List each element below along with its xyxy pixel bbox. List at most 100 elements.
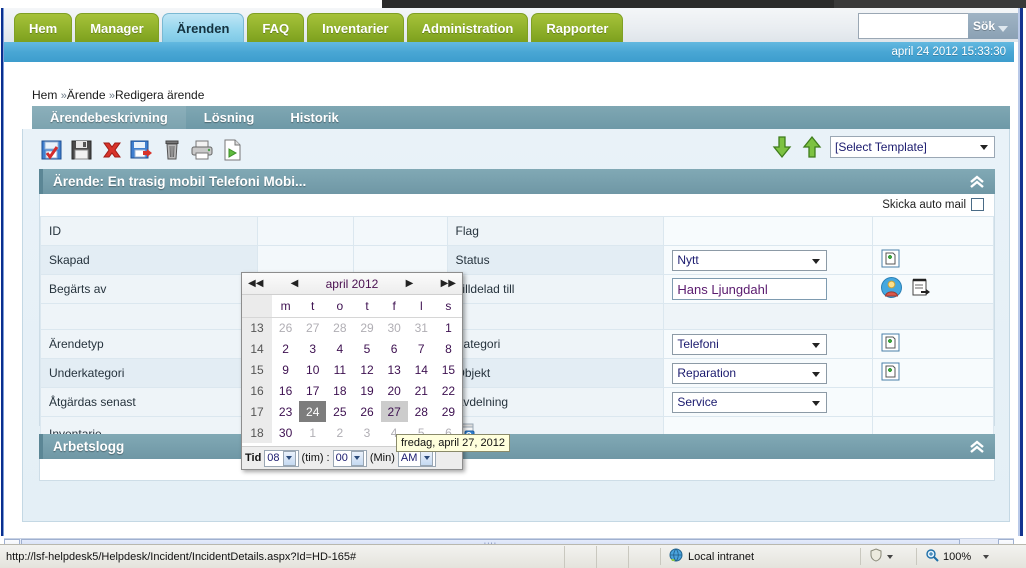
day-header: l: [407, 295, 435, 318]
calendar-day[interactable]: 28: [408, 401, 435, 422]
tab-arendebeskrivning[interactable]: Ärendebeskrivning: [32, 106, 186, 129]
calendar-day[interactable]: 1: [299, 422, 326, 443]
trash-icon[interactable]: [159, 137, 185, 163]
new-page-icon[interactable]: [881, 249, 900, 271]
globe-icon: [669, 548, 683, 565]
top-navigation-bar: Hem Manager Ärenden FAQ Inventarier Admi…: [4, 8, 1018, 42]
field-kategori-cell: Telefoni: [663, 329, 873, 359]
calendar-day[interactable]: 12: [353, 359, 380, 380]
tab-historik[interactable]: Historik: [272, 106, 356, 129]
minute-select[interactable]: 00: [332, 449, 367, 467]
hour-select[interactable]: 08: [264, 449, 299, 467]
calendar-day[interactable]: 2: [272, 338, 299, 359]
chevron-double-up-icon[interactable]: [967, 437, 987, 456]
calendar-day[interactable]: 18: [326, 380, 353, 401]
calendar-last-button[interactable]: ▶▶: [441, 278, 456, 289]
nav-tab-hem[interactable]: Hem: [14, 13, 73, 42]
chevron-down-icon: [983, 554, 990, 559]
calendar-title[interactable]: april 2012: [326, 277, 379, 291]
save-check-icon[interactable]: [39, 137, 65, 163]
delete-red-x-icon[interactable]: [99, 137, 125, 163]
user-icon[interactable]: [880, 277, 905, 301]
week-number: 17: [242, 401, 272, 422]
notes-arrow-icon[interactable]: [910, 278, 931, 301]
calendar-day[interactable]: 28: [326, 317, 353, 338]
calendar-header: ◀◀ ◀ april 2012 ▶ ▶▶: [242, 273, 462, 295]
calendar-day[interactable]: 16: [272, 380, 299, 401]
breadcrumb-home[interactable]: Hem: [32, 88, 57, 102]
department-select[interactable]: Service: [672, 391, 828, 413]
security-settings[interactable]: [860, 548, 916, 565]
calendar-day[interactable]: 26: [272, 317, 299, 338]
calendar-day[interactable]: 6: [381, 338, 408, 359]
category-select[interactable]: Telefoni: [672, 333, 828, 355]
calendar-day-today[interactable]: 24: [299, 401, 327, 422]
minute-suffix-label: (Min): [369, 452, 395, 464]
calendar-day[interactable]: 3: [299, 338, 326, 359]
cell-spacer: [256, 245, 354, 275]
arrow-up-green-icon[interactable]: [800, 135, 824, 159]
calendar-first-button[interactable]: ◀◀: [248, 278, 263, 289]
calendar-day[interactable]: 7: [408, 338, 435, 359]
auto-mail-checkbox[interactable]: [971, 198, 984, 211]
calendar-day[interactable]: 30: [381, 317, 408, 338]
new-page-icon[interactable]: [881, 362, 900, 384]
calendar-day[interactable]: 21: [408, 380, 435, 401]
calendar-day[interactable]: 26: [353, 401, 380, 422]
calendar-day[interactable]: 8: [435, 338, 462, 359]
search-button[interactable]: Sök: [968, 13, 1018, 39]
calendar-day[interactable]: 3: [353, 422, 380, 443]
calendar-day[interactable]: 19: [353, 380, 380, 401]
calendar-day[interactable]: 22: [435, 380, 462, 401]
tab-losning[interactable]: Lösning: [186, 106, 273, 129]
calendar-day[interactable]: 17: [299, 380, 326, 401]
nav-tab-administration[interactable]: Administration: [406, 13, 529, 42]
calendar-day[interactable]: 11: [326, 359, 353, 380]
floppy-save-icon[interactable]: [69, 137, 95, 163]
calendar-day[interactable]: 29: [435, 401, 462, 422]
calendar-day[interactable]: 29: [353, 317, 380, 338]
ampm-select[interactable]: AM: [397, 449, 437, 467]
calendar-day[interactable]: 31: [408, 317, 435, 338]
calendar-day[interactable]: 23: [272, 401, 299, 422]
calendar-day[interactable]: 13: [381, 359, 408, 380]
arrow-down-green-icon[interactable]: [770, 135, 794, 159]
template-select[interactable]: [Select Template]: [830, 136, 995, 158]
nav-tab-faq[interactable]: FAQ: [247, 13, 305, 42]
zoom-control[interactable]: 100%: [916, 548, 1026, 565]
calendar-day[interactable]: 10: [299, 359, 326, 380]
current-datetime: april 24 2012 15:33:30: [891, 46, 1006, 58]
assigned-to-input[interactable]: Hans Ljungdahl: [672, 278, 828, 300]
save-close-icon[interactable]: [129, 137, 155, 163]
calendar-day[interactable]: 30: [272, 422, 299, 443]
calendar-day[interactable]: 25: [326, 401, 353, 422]
nav-tab-rapporter[interactable]: Rapporter: [531, 13, 624, 42]
case-form-panel: Skicka auto mail ID Flag Skapad Status N…: [39, 194, 995, 451]
calendar-day[interactable]: 9: [272, 359, 299, 380]
calendar-day[interactable]: 14: [408, 359, 435, 380]
object-select[interactable]: Reparation: [672, 362, 828, 384]
chevron-down-icon: [282, 450, 296, 466]
calendar-day-hovered[interactable]: 27: [380, 401, 408, 422]
status-select[interactable]: Nytt: [672, 249, 828, 271]
calendar-day[interactable]: 27: [299, 317, 326, 338]
calendar-day[interactable]: 20: [381, 380, 408, 401]
nav-tab-arenden[interactable]: Ärenden: [161, 13, 245, 42]
calendar-day[interactable]: 5: [353, 338, 380, 359]
calendar-day[interactable]: 1: [435, 317, 462, 338]
breadcrumb-arende[interactable]: Ärende: [67, 88, 106, 102]
chevron-double-up-icon[interactable]: [967, 172, 987, 191]
calendar-day[interactable]: 15: [435, 359, 462, 380]
calendar-day[interactable]: 4: [326, 338, 353, 359]
nav-tab-manager[interactable]: Manager: [75, 13, 159, 42]
cell-spacer: [663, 303, 873, 330]
calendar-prev-button[interactable]: ◀: [291, 278, 299, 289]
print-icon[interactable]: [189, 137, 215, 163]
search-button-label: Sök: [973, 19, 996, 33]
new-document-icon[interactable]: [219, 137, 245, 163]
new-page-icon[interactable]: [881, 333, 900, 355]
calendar-day[interactable]: 2: [326, 422, 353, 443]
security-zone[interactable]: Local intranet: [660, 548, 860, 565]
nav-tab-inventarier[interactable]: Inventarier: [307, 13, 404, 42]
calendar-next-button[interactable]: ▶: [406, 278, 414, 289]
